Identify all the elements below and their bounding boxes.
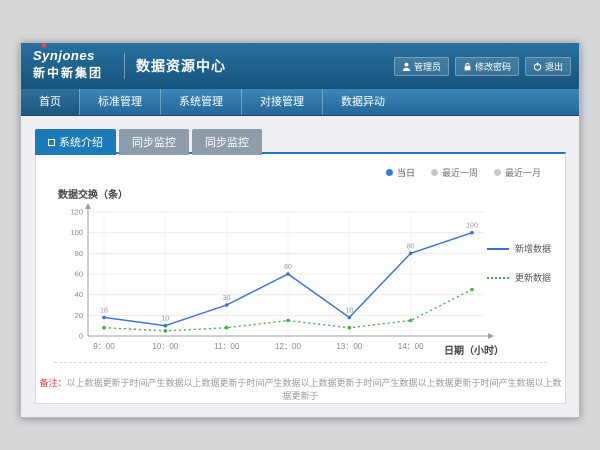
tab-square-icon — [48, 139, 55, 146]
logo-text: Sy✱njones — [33, 48, 103, 63]
legend-update-data: 更新数据 — [487, 271, 551, 284]
logo-star-icon: ✱ — [41, 42, 47, 50]
content-area: 系统介绍 同步监控 同步监控 当日 最近一周 — [21, 116, 579, 417]
tab-sync-monitor-2[interactable]: 同步监控 — [192, 129, 262, 155]
radio-dot-icon — [386, 169, 393, 176]
range-filters: 当日 最近一周 最近一月 — [386, 166, 541, 179]
user-button-label: 管理员 — [414, 60, 441, 73]
legend-update-data-label: 更新数据 — [515, 271, 551, 284]
app-window: Sy✱njones 新中新集团 数据资源中心 管理员 修改密码 — [20, 42, 580, 418]
power-icon — [533, 62, 542, 71]
filter-last-month[interactable]: 最近一月 — [494, 166, 541, 179]
svg-text:0: 0 — [79, 332, 83, 341]
chart-card: 当日 最近一周 最近一月 数据交换（条） 0 20 40 60 80 100 120 9：00… — [35, 152, 566, 404]
footnote: 备注：以上数据更新于时间产生数据以上数据更新于时间产生数据以上数据更新于时间产生… — [36, 376, 565, 402]
y-axis-label: 数据交换（条） — [58, 186, 128, 201]
change-password-button[interactable]: 修改密码 — [455, 57, 519, 76]
svg-text:20: 20 — [75, 311, 83, 320]
header-divider — [124, 53, 125, 79]
nav-item-system-mgmt[interactable]: 系统管理 — [160, 89, 241, 115]
solid-line-icon — [487, 248, 509, 250]
svg-text:11：00: 11：00 — [214, 342, 240, 351]
svg-text:80: 80 — [75, 249, 83, 258]
svg-text:14：00: 14：00 — [398, 342, 424, 351]
lock-icon — [463, 62, 472, 71]
svg-text:100: 100 — [466, 223, 478, 230]
logo: Sy✱njones 新中新集团 — [33, 48, 103, 81]
radio-dot-icon — [431, 169, 438, 176]
change-password-label: 修改密码 — [475, 60, 511, 73]
nav-item-data-change[interactable]: 数据异动 — [322, 89, 403, 115]
note-divider — [54, 362, 547, 363]
header-actions: 管理员 修改密码 退出 — [394, 57, 571, 76]
series-legend: 新增数据 更新数据 — [487, 242, 551, 284]
nav-bar: 首页 标准管理 系统管理 对接管理 数据异动 — [21, 89, 579, 116]
filter-today[interactable]: 当日 — [386, 166, 415, 179]
x-axis-label: 日期（小时） — [444, 342, 504, 357]
svg-text:100: 100 — [70, 228, 83, 237]
app-title: 数据资源中心 — [136, 43, 226, 89]
svg-text:120: 120 — [70, 208, 83, 217]
filter-last-week[interactable]: 最近一周 — [431, 166, 478, 179]
svg-text:10: 10 — [161, 316, 169, 323]
svg-text:18: 18 — [345, 307, 353, 314]
nav-item-standard-mgmt[interactable]: 标准管理 — [79, 89, 160, 115]
legend-new-data-label: 新增数据 — [515, 242, 551, 255]
exchange-chart: 0 20 40 60 80 100 120 9：00 10：00 11：00 12：00 13：00 1… — [62, 200, 502, 358]
filter-today-label: 当日 — [397, 166, 415, 179]
svg-text:60: 60 — [284, 264, 292, 271]
filter-last-week-label: 最近一周 — [442, 166, 478, 179]
svg-text:10：00: 10：00 — [152, 342, 178, 351]
filter-last-month-label: 最近一月 — [505, 166, 541, 179]
svg-text:18: 18 — [100, 307, 108, 314]
nav-item-interface-mgmt[interactable]: 对接管理 — [241, 89, 322, 115]
tab-strip: 系统介绍 同步监控 同步监控 — [35, 129, 262, 155]
tab-system-intro-label: 系统介绍 — [59, 134, 103, 150]
svg-text:9：00: 9：00 — [93, 342, 115, 351]
svg-text:60: 60 — [75, 270, 83, 279]
svg-text:80: 80 — [407, 243, 415, 250]
dotted-line-icon — [487, 277, 509, 279]
user-button[interactable]: 管理员 — [394, 57, 449, 76]
tab-sync-monitor-1[interactable]: 同步监控 — [119, 129, 189, 155]
logout-button[interactable]: 退出 — [525, 57, 571, 76]
legend-new-data: 新增数据 — [487, 242, 551, 255]
logo-text-right: njones — [50, 48, 95, 63]
nav-item-home[interactable]: 首页 — [21, 89, 79, 115]
footnote-text: 以上数据更新于时间产生数据以上数据更新于时间产生数据以上数据更新于时间产生数据以… — [67, 378, 562, 401]
tab-sync-monitor-2-label: 同步监控 — [205, 134, 249, 150]
svg-text:12：00: 12：00 — [275, 342, 301, 351]
footnote-prefix: 备注： — [39, 378, 66, 388]
radio-dot-icon — [494, 169, 501, 176]
logout-label: 退出 — [545, 60, 563, 73]
logo-subtitle: 新中新集团 — [33, 64, 103, 81]
svg-text:40: 40 — [75, 290, 83, 299]
person-icon — [402, 62, 411, 71]
tab-sync-monitor-1-label: 同步监控 — [132, 134, 176, 150]
logo-text-left: S — [33, 48, 42, 63]
chart-wrap: 0 20 40 60 80 100 120 9：00 10：00 11：00 12：00 13：00 1… — [62, 200, 502, 363]
svg-text:30: 30 — [223, 295, 231, 302]
header-bar: Sy✱njones 新中新集团 数据资源中心 管理员 修改密码 — [21, 43, 579, 89]
tab-system-intro[interactable]: 系统介绍 — [35, 129, 116, 155]
logo-text-y: y✱ — [42, 48, 50, 63]
svg-text:13：00: 13：00 — [336, 342, 362, 351]
